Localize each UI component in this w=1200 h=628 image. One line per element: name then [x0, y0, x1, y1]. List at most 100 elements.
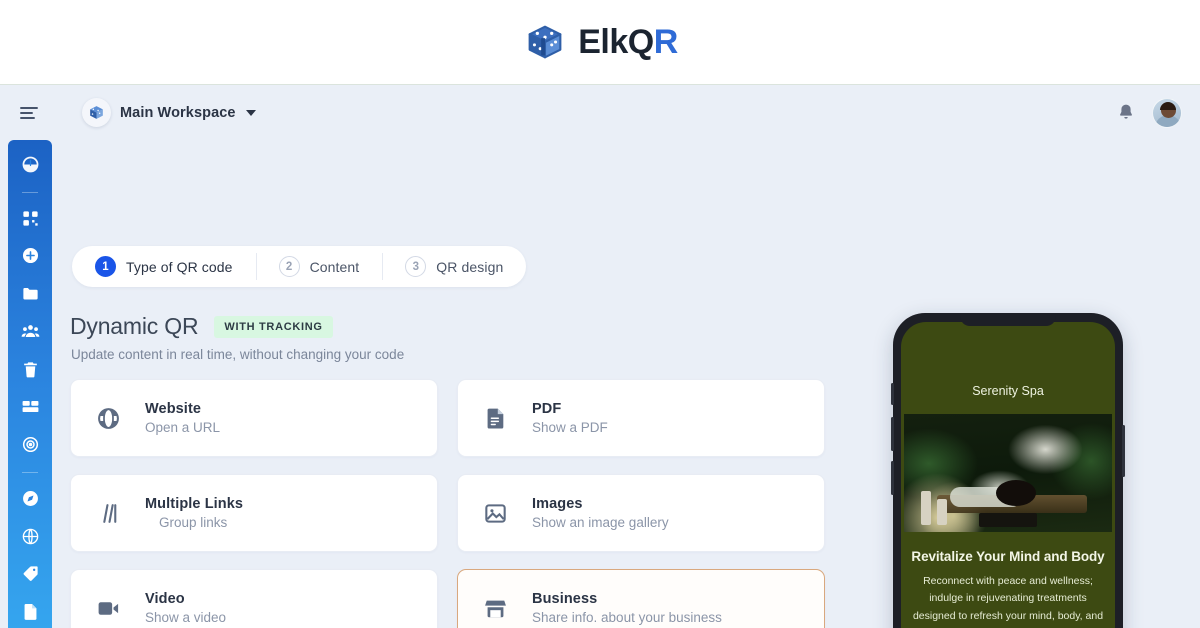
card-text: Images Show an image gallery	[532, 496, 669, 530]
preview-hero-image	[904, 414, 1112, 532]
brand-banner: ElkQR	[0, 0, 1200, 85]
step-content[interactable]: 2 Content	[255, 246, 383, 287]
step-number: 2	[278, 256, 300, 277]
tag-icon	[23, 566, 38, 582]
step-type-of-qr-code[interactable]: 1 Type of QR code	[72, 246, 256, 287]
card-description: Show a PDF	[532, 420, 608, 435]
qr-type-card-business[interactable]: Business Share info. about your business	[457, 569, 825, 628]
elk-cube-logo-icon	[528, 25, 562, 59]
sidebar-item-labels[interactable]	[15, 559, 45, 588]
card-icon-slot	[478, 596, 512, 621]
top-bar: Main Workspace	[0, 85, 1200, 140]
step-label: Type of QR code	[126, 258, 233, 275]
card-text: PDF Show a PDF	[532, 401, 608, 435]
bars-icon	[102, 503, 116, 523]
users-group-icon	[21, 324, 39, 337]
qr-type-card-images[interactable]: Images Show an image gallery	[457, 474, 825, 552]
trash-icon	[23, 361, 37, 377]
sidebar-item-reports[interactable]	[15, 597, 45, 626]
dashboard-gauge-icon	[22, 156, 38, 173]
status-badge: WITH TRACKING	[214, 315, 333, 338]
card-title: Website	[145, 401, 202, 417]
sidebar-item-team[interactable]	[15, 317, 45, 346]
card-description: Show a video	[145, 610, 227, 625]
preview-body-text: Reconnect with peace and wellness; indul…	[912, 574, 1104, 628]
user-avatar[interactable]	[1152, 97, 1182, 128]
sidebar-item-explore[interactable]	[15, 484, 45, 513]
sidebar-item-create[interactable]	[15, 241, 45, 270]
qr-type-card-video[interactable]: Video Show a video	[70, 569, 438, 628]
brand-name-q: Q	[627, 22, 654, 61]
page-subtitle: Update content in real time, without cha…	[71, 347, 405, 362]
card-title: Business	[532, 591, 598, 607]
sidebar-item-campaigns[interactable]	[15, 430, 45, 459]
wizard-stepper: 1 Type of QR code 2 Content 3 QR design	[72, 246, 527, 287]
pdf-file-icon	[487, 408, 503, 428]
card-text: Video Show a video	[145, 591, 226, 625]
compass-icon	[22, 490, 38, 506]
step-number: 3	[405, 256, 427, 277]
card-text: Business Share info. about your business	[532, 591, 722, 625]
top-bar-actions	[1116, 97, 1182, 128]
phone-preview: Serenity Spa Revitalize Your Mind and Bo…	[891, 313, 1125, 628]
card-description: Open a URL	[145, 420, 221, 435]
phone-power-button	[1122, 425, 1125, 477]
workspace-cube-icon	[90, 106, 103, 119]
card-title: Video	[145, 591, 185, 607]
qr-type-card-grid: Website Open a URL PDF Show a PDF Multip…	[70, 379, 825, 628]
card-icon-slot	[91, 596, 125, 621]
sidebar-item-templates[interactable]	[15, 392, 45, 421]
document-icon	[24, 604, 36, 620]
card-text: Multiple Links Group links	[145, 496, 243, 530]
sidebar-divider-1	[22, 191, 38, 193]
sidebar-divider-2	[22, 471, 38, 473]
notification-bell-icon	[1120, 104, 1132, 119]
step-qr-design[interactable]: 3 QR design	[382, 246, 526, 287]
workspace-name: Main Workspace	[120, 104, 236, 121]
chevron-down-icon	[245, 109, 256, 116]
card-title: Images	[532, 496, 583, 512]
qr-type-card-multiple-links[interactable]: Multiple Links Group links	[70, 474, 438, 552]
hamburger-icon	[20, 106, 38, 119]
card-title: PDF	[532, 401, 562, 417]
phone-screen: Serenity Spa Revitalize Your Mind and Bo…	[901, 322, 1115, 628]
card-description: Group links	[159, 515, 228, 530]
sidebar-item-dashboard[interactable]	[15, 150, 45, 179]
card-description: Show an image gallery	[532, 515, 669, 530]
card-icon-slot	[478, 406, 512, 431]
sidebar-item-qr-codes[interactable]	[15, 204, 45, 233]
step-label: QR design	[436, 258, 504, 275]
sidebar-item-folders[interactable]	[15, 279, 45, 308]
card-icon-slot	[91, 501, 125, 526]
card-text: Website Open a URL	[145, 401, 220, 435]
store-icon	[484, 600, 506, 617]
card-icon-slot	[478, 501, 512, 526]
folder-icon	[22, 288, 38, 300]
step-label: Content	[309, 258, 360, 275]
notification-bell-button[interactable]	[1116, 102, 1136, 123]
step-number: 1	[95, 256, 116, 277]
qr-codes-icon	[22, 210, 38, 226]
qr-type-card-website[interactable]: Website Open a URL	[70, 379, 438, 457]
workspace-selector[interactable]: Main Workspace	[82, 98, 256, 127]
video-icon	[98, 601, 118, 615]
left-sidebar	[8, 140, 52, 628]
qr-type-card-pdf[interactable]: PDF Show a PDF	[457, 379, 825, 457]
page-title: Dynamic QR	[70, 313, 199, 339]
card-description: Share info. about your business	[532, 610, 722, 625]
brand-name-elk: Elk	[578, 22, 628, 61]
phone-volume-down-button	[891, 461, 894, 495]
globe-icon	[97, 407, 119, 429]
hamburger-menu-button[interactable]	[14, 98, 44, 128]
sidebar-item-domains[interactable]	[15, 522, 45, 551]
image-icon	[484, 503, 506, 523]
sidebar-item-trash[interactable]	[15, 355, 45, 384]
add-circle-icon	[22, 248, 38, 264]
globe-icon	[22, 528, 38, 544]
preview-headline: Revitalize Your Mind and Body	[911, 548, 1105, 564]
cards-stack-icon	[22, 401, 38, 413]
card-title: Multiple Links	[145, 496, 244, 512]
preview-brand-name: Serenity Spa	[972, 384, 1044, 398]
brand-wordmark: ElkQR	[578, 23, 678, 62]
phone-volume-up-button	[891, 417, 894, 451]
